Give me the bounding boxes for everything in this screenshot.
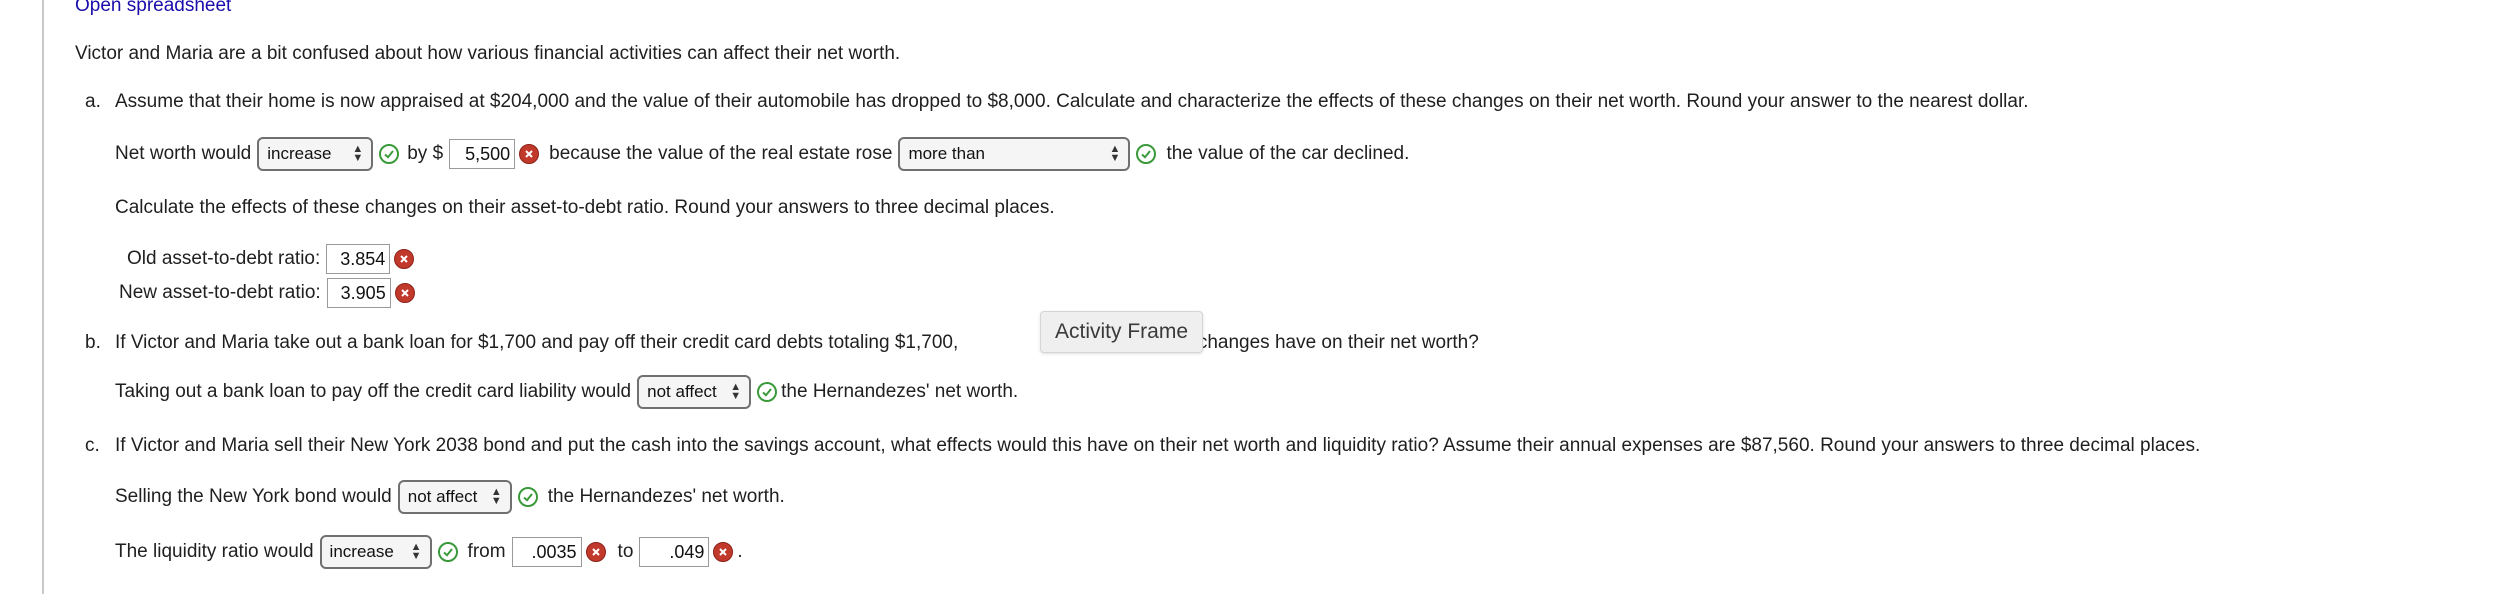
check-circle-icon — [437, 542, 458, 562]
part-a-question: Assume that their home is now appraised … — [115, 91, 2029, 112]
part-c-networth-select[interactable]: not affect ▲ ▼ — [397, 480, 512, 514]
part-b-question-row: b. If Victor and Maria take out a bank l… — [85, 325, 1479, 361]
liquidity-label: The liquidity ratio would — [115, 541, 314, 562]
part-b-question-start: If Victor and Maria take out a bank loan… — [115, 332, 959, 353]
part-a-question-row: a. Assume that their home is now apprais… — [85, 84, 2029, 120]
by-dollar-label: by $ — [407, 143, 444, 164]
part-b-marker: b. — [85, 332, 101, 353]
intro-text: Victor and Maria are a bit confused abou… — [75, 43, 901, 64]
header-row: Open spreadsheet — [75, 0, 231, 24]
part-c-question: If Victor and Maria sell their New York … — [115, 435, 2201, 456]
part-b-networth-label: the Hernandezes' net worth. — [781, 381, 1019, 402]
net-worth-direction-value: increase — [267, 144, 332, 163]
intro-row: Victor and Maria are a bit confused abou… — [75, 36, 900, 72]
selling-bond-label: Selling the New York bond would — [115, 486, 392, 507]
part-b-effect-value: not affect — [647, 382, 717, 401]
liquidity-to-input[interactable]: .049 — [639, 537, 710, 567]
updown-arrows-icon: ▲ ▼ — [410, 541, 422, 562]
left-border-rule — [42, 0, 44, 594]
part-b-answer-label: Taking out a bank loan to pay off the cr… — [115, 381, 632, 402]
x-circle-icon — [394, 249, 415, 269]
x-circle-icon — [519, 144, 540, 164]
liquidity-direction-value: increase — [329, 542, 394, 561]
check-circle-icon — [379, 144, 400, 164]
net-worth-amount-input[interactable]: 5,500 — [449, 139, 516, 169]
check-circle-icon — [1136, 144, 1157, 164]
x-circle-icon — [585, 542, 606, 562]
part-b-effect-select[interactable]: not affect ▲ ▼ — [637, 375, 752, 409]
old-ratio-row: Old asset-to-debt ratio: 3.854 — [127, 241, 418, 277]
part-a-marker: a. — [85, 91, 101, 112]
check-circle-icon — [517, 487, 538, 507]
activity-frame-tooltip: Activity Frame — [1040, 311, 1204, 353]
comparison-value: more than — [908, 144, 985, 163]
x-circle-icon — [713, 542, 734, 562]
because-label: because the value of the real estate ros… — [549, 143, 893, 164]
part-a-networth-row: Net worth would increase ▲ ▼ by $ 5,500 b… — [115, 136, 1409, 172]
liquidity-row: The liquidity ratio would increase ▲ ▼ fr… — [115, 534, 743, 570]
liquidity-from-input[interactable]: .0035 — [511, 537, 582, 567]
updown-arrows-icon: ▲ ▼ — [352, 143, 364, 164]
updown-arrows-icon: ▲ ▼ — [730, 381, 742, 402]
x-circle-icon — [394, 283, 415, 303]
new-ratio-row: New asset-to-debt ratio: 3.905 — [119, 275, 419, 311]
old-ratio-label: Old asset-to-debt ratio: — [127, 248, 321, 269]
comparison-select[interactable]: more than ▲ ▼ — [898, 137, 1131, 171]
part-c-networth-row: Selling the New York bond would not affe… — [115, 479, 785, 515]
liquidity-direction-select[interactable]: increase ▲ ▼ — [319, 535, 432, 569]
open-spreadsheet-link[interactable]: Open spreadsheet — [75, 0, 231, 17]
to-label: to — [617, 541, 634, 562]
part-c-question-row: c. If Victor and Maria sell their New Yo… — [85, 428, 2200, 464]
period: . — [737, 541, 743, 562]
net-worth-label: Net worth would — [115, 143, 252, 164]
new-ratio-input[interactable]: 3.905 — [326, 278, 391, 308]
part-c-networth-value: not affect — [407, 487, 478, 506]
part-c-networth-label: the Hernandezes' net worth. — [547, 486, 785, 507]
ratio-instruction: Calculate the effects of these changes o… — [115, 197, 1055, 218]
updown-arrows-icon: ▲ ▼ — [490, 486, 502, 507]
old-ratio-input[interactable]: 3.854 — [326, 244, 391, 274]
ratio-instruction-row: Calculate the effects of these changes o… — [115, 190, 1055, 226]
updown-arrows-icon: ▲ ▼ — [1109, 143, 1121, 164]
from-label: from — [467, 541, 506, 562]
check-circle-icon — [757, 382, 778, 402]
tooltip-text: Activity Frame — [1055, 320, 1189, 343]
car-declined-label: the value of the car declined. — [1166, 143, 1410, 164]
new-ratio-label: New asset-to-debt ratio: — [119, 282, 321, 303]
part-b-answer-row: Taking out a bank loan to pay off the cr… — [115, 374, 1018, 410]
net-worth-direction-select[interactable]: increase ▲ ▼ — [257, 137, 374, 171]
part-c-marker: c. — [85, 435, 100, 456]
